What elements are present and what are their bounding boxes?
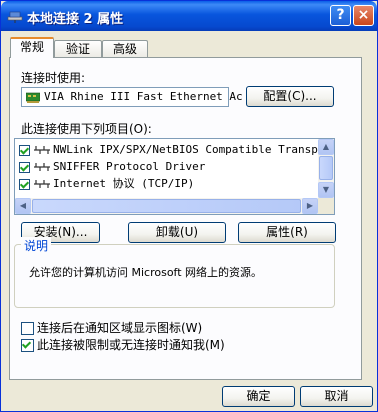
notify-label: 此连接被限制或无连接时通知我(M) bbox=[37, 338, 225, 352]
component-label: SNIFFER Protocol Driver bbox=[53, 160, 206, 173]
list-item[interactable]: SNIFFER Protocol Driver bbox=[19, 158, 205, 175]
scroll-down-button[interactable]: ▼ bbox=[318, 182, 334, 198]
close-button[interactable]: × bbox=[353, 5, 374, 26]
list-item[interactable]: Internet 协议 (TCP/IP) bbox=[19, 175, 194, 192]
help-button[interactable]: ? bbox=[330, 5, 351, 26]
scroll-right-button[interactable]: ▶ bbox=[302, 198, 318, 214]
list-item[interactable]: NWLink IPX/SPX/NetBIOS Compatible Transp… bbox=[19, 141, 335, 158]
title-bar[interactable]: 本地连接 2 属性 ? × bbox=[1, 1, 377, 31]
description-legend: 说明 bbox=[21, 237, 52, 254]
notify-option[interactable]: 此连接被限制或无连接时通知我(M) bbox=[21, 336, 225, 353]
tab-general[interactable]: 常规 bbox=[10, 37, 54, 58]
show-icon-option[interactable]: 连接后在通知区域显示图标(W) bbox=[21, 319, 202, 336]
connect-using-label: 连接时使用: bbox=[21, 71, 86, 85]
show-icon-checkbox[interactable] bbox=[21, 322, 34, 335]
scroll-up-button[interactable]: ▲ bbox=[318, 139, 334, 155]
window-title: 本地连接 2 属性 bbox=[27, 12, 124, 27]
notify-checkbox[interactable] bbox=[21, 339, 34, 352]
network-adapter-icon bbox=[26, 92, 40, 103]
description-text: 允许您的计算机访问 Microsoft 网络上的资源。 bbox=[29, 266, 263, 279]
scroll-left-button[interactable]: ◀ bbox=[15, 198, 31, 214]
tab-authentication[interactable]: 验证 bbox=[54, 40, 102, 57]
component-label: Internet 协议 (TCP/IP) bbox=[53, 177, 195, 190]
components-label: 此连接使用下列项目(O): bbox=[21, 122, 152, 136]
component-label: NWLink IPX/SPX/NetBIOS Compatible Transp… bbox=[53, 143, 335, 156]
network-connection-icon bbox=[7, 11, 23, 23]
protocol-icon bbox=[34, 180, 50, 188]
adapter-field: VIA Rhine III Fast Ethernet Ac bbox=[21, 87, 243, 107]
component-checkbox[interactable] bbox=[19, 144, 30, 156]
ok-button[interactable]: 确定 bbox=[222, 386, 295, 407]
show-icon-label: 连接后在通知区域显示图标(W) bbox=[37, 321, 203, 335]
cancel-button[interactable]: 取消 bbox=[300, 386, 373, 407]
vertical-scrollbar[interactable]: ▲ ▼ bbox=[318, 139, 334, 198]
uninstall-button[interactable]: 卸载(U) bbox=[128, 222, 226, 243]
tab-advanced[interactable]: 高级 bbox=[102, 40, 148, 57]
configure-button[interactable]: 配置(C)... bbox=[246, 86, 334, 107]
scroll-corner bbox=[318, 198, 334, 214]
component-checkbox[interactable] bbox=[19, 161, 30, 173]
components-list[interactable]: NWLink IPX/SPX/NetBIOS Compatible Transp… bbox=[14, 138, 335, 215]
properties-button[interactable]: 属性(R) bbox=[238, 222, 336, 243]
properties-dialog: 本地连接 2 属性 ? × 常规 验证 高级 连接时使用: VIA Rhine … bbox=[0, 0, 378, 412]
horizontal-scrollbar[interactable]: ◀ ▶ bbox=[15, 198, 318, 214]
protocol-icon bbox=[34, 146, 50, 154]
component-checkbox[interactable] bbox=[19, 178, 30, 190]
horizontal-scroll-thumb[interactable] bbox=[32, 199, 301, 213]
vertical-scroll-thumb[interactable] bbox=[319, 156, 333, 180]
adapter-name: VIA Rhine III Fast Ethernet Ac bbox=[44, 90, 243, 103]
protocol-icon bbox=[34, 163, 50, 171]
